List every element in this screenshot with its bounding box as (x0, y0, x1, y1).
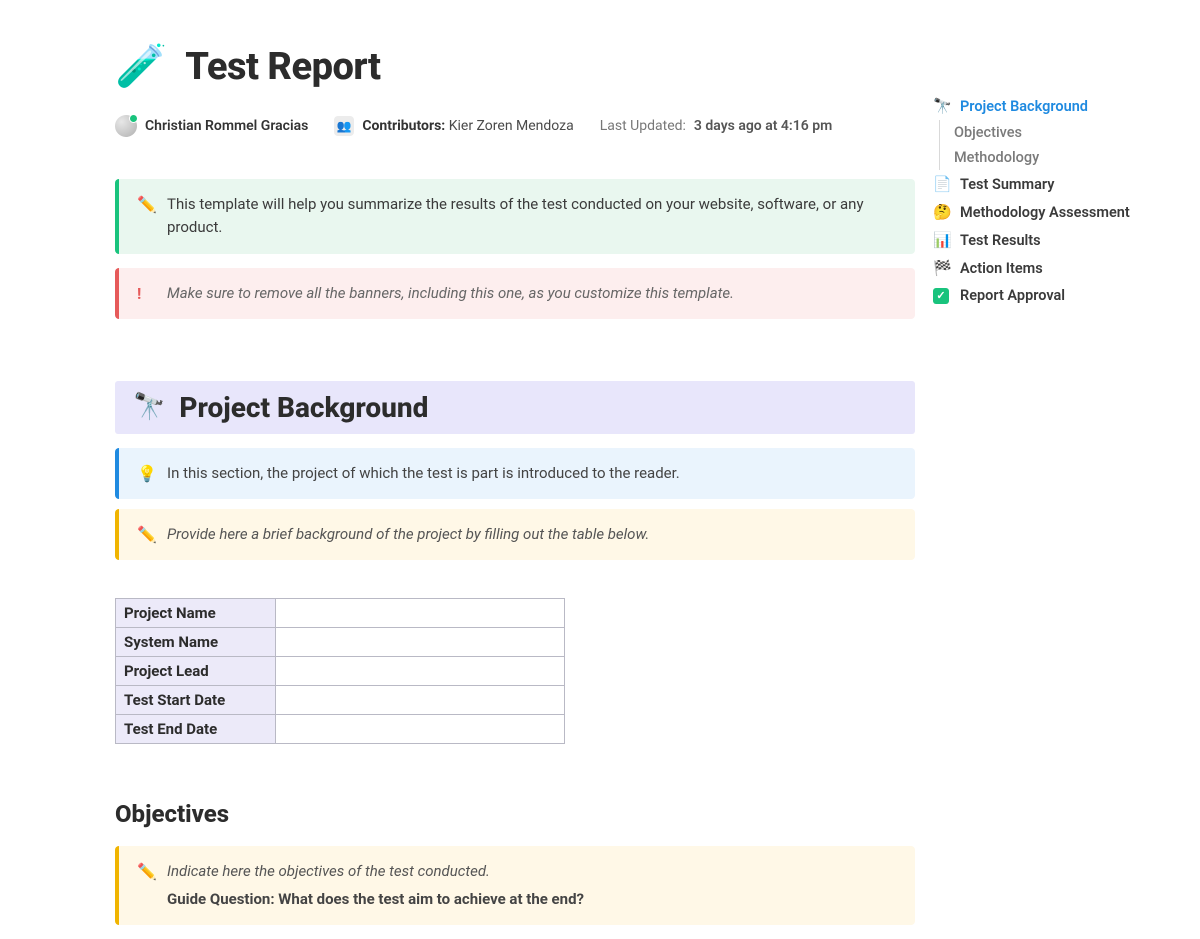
author-chip[interactable]: Christian Rommel Gracias (115, 115, 308, 137)
project-info-table: Project NameSystem NameProject LeadTest … (115, 598, 565, 744)
exclamation-icon: ! (137, 282, 141, 307)
table-value[interactable] (276, 599, 565, 628)
outline-label: Test Results (960, 232, 1041, 249)
outline-icon: 📊 (933, 231, 951, 249)
table-value[interactable] (276, 657, 565, 686)
intro-banner[interactable]: ✏️ This template will help you summarize… (115, 179, 915, 254)
outline-icon: 🤔 (933, 203, 951, 221)
background-info-banner[interactable]: 💡 In this section, the project of which … (115, 448, 915, 499)
intro-banner-text: This template will help you summarize th… (167, 195, 864, 236)
contributors-label: Contributors: (362, 118, 445, 134)
objectives-instruction-text: Indicate here the objectives of the test… (167, 862, 490, 880)
table-row: Project Name (116, 599, 565, 628)
table-value[interactable] (276, 715, 565, 744)
table-value[interactable] (276, 628, 565, 657)
outline-item[interactable]: 📊 Test Results (933, 226, 1163, 254)
objectives-guide-question: Guide Question: What does the test aim t… (167, 888, 895, 911)
table-row: Test Start Date (116, 686, 565, 715)
background-instruction-banner[interactable]: ✏️ Provide here a brief background of th… (115, 509, 915, 560)
pencil-icon: ✏️ (137, 860, 157, 885)
document-outline: 🔭Project BackgroundObjectivesMethodology… (933, 92, 1163, 309)
outline-item[interactable]: 🤔 Methodology Assessment (933, 198, 1163, 226)
outline-label: Test Summary (960, 176, 1054, 193)
table-label: Project Name (116, 599, 276, 628)
table-label: System Name (116, 628, 276, 657)
last-updated: Last Updated: 3 days ago at 4:16 pm (600, 118, 833, 134)
outline-item[interactable]: 🔭 Project Background (933, 92, 1163, 120)
outline-item[interactable]: ✓ Report Approval (933, 282, 1163, 309)
outline-label: Report Approval (960, 287, 1065, 304)
table-label: Test Start Date (116, 686, 276, 715)
outline-label: Action Items (960, 260, 1043, 277)
section-title-background: Project Background (179, 391, 428, 424)
outline-item[interactable]: 🏁 Action Items (933, 254, 1163, 282)
table-row: Test End Date (116, 715, 565, 744)
section-header-background[interactable]: 🔭 Project Background (115, 381, 915, 434)
contributors-chip[interactable]: 👥 Contributors: Kier Zoren Mendoza (334, 116, 573, 136)
outline-subitem[interactable]: Methodology (939, 145, 1163, 170)
outline-subitem[interactable]: Objectives (939, 120, 1163, 145)
outline-label: Methodology Assessment (960, 204, 1130, 221)
outline-icon: 📄 (933, 175, 951, 193)
outline-label: Project Background (960, 98, 1088, 115)
bulb-icon: 💡 (137, 462, 157, 487)
author-name: Christian Rommel Gracias (145, 118, 308, 134)
outline-item[interactable]: 📄 Test Summary (933, 170, 1163, 198)
last-updated-value: 3 days ago at 4:16 pm (694, 118, 832, 134)
table-label: Test End Date (116, 715, 276, 744)
table-label: Project Lead (116, 657, 276, 686)
background-info-text: In this section, the project of which th… (167, 464, 680, 482)
table-value[interactable] (276, 686, 565, 715)
subheading-objectives[interactable]: Objectives (115, 800, 915, 828)
last-updated-label: Last Updated: (600, 118, 686, 134)
table-row: System Name (116, 628, 565, 657)
background-instruction-text: Provide here a brief background of the p… (167, 525, 649, 543)
pencil-icon: ✏️ (137, 523, 157, 548)
test-tube-icon: 🧪 (115, 42, 167, 91)
outline-icon: 🔭 (933, 97, 951, 115)
contributors-value: Kier Zoren Mendoza (449, 118, 574, 134)
outline-icon: 🏁 (933, 259, 951, 277)
checkbox-icon: ✓ (933, 288, 951, 304)
pencil-icon: ✏️ (137, 193, 157, 218)
telescope-icon: 🔭 (133, 392, 165, 422)
warning-banner-text: Make sure to remove all the banners, inc… (167, 284, 734, 302)
avatar-icon (115, 115, 137, 137)
people-icon: 👥 (334, 116, 354, 136)
meta-row: Christian Rommel Gracias 👥 Contributors:… (115, 115, 915, 137)
warning-banner[interactable]: ! Make sure to remove all the banners, i… (115, 268, 915, 319)
page-title[interactable]: Test Report (185, 45, 380, 89)
page-title-row: 🧪 Test Report (115, 42, 915, 91)
table-row: Project Lead (116, 657, 565, 686)
